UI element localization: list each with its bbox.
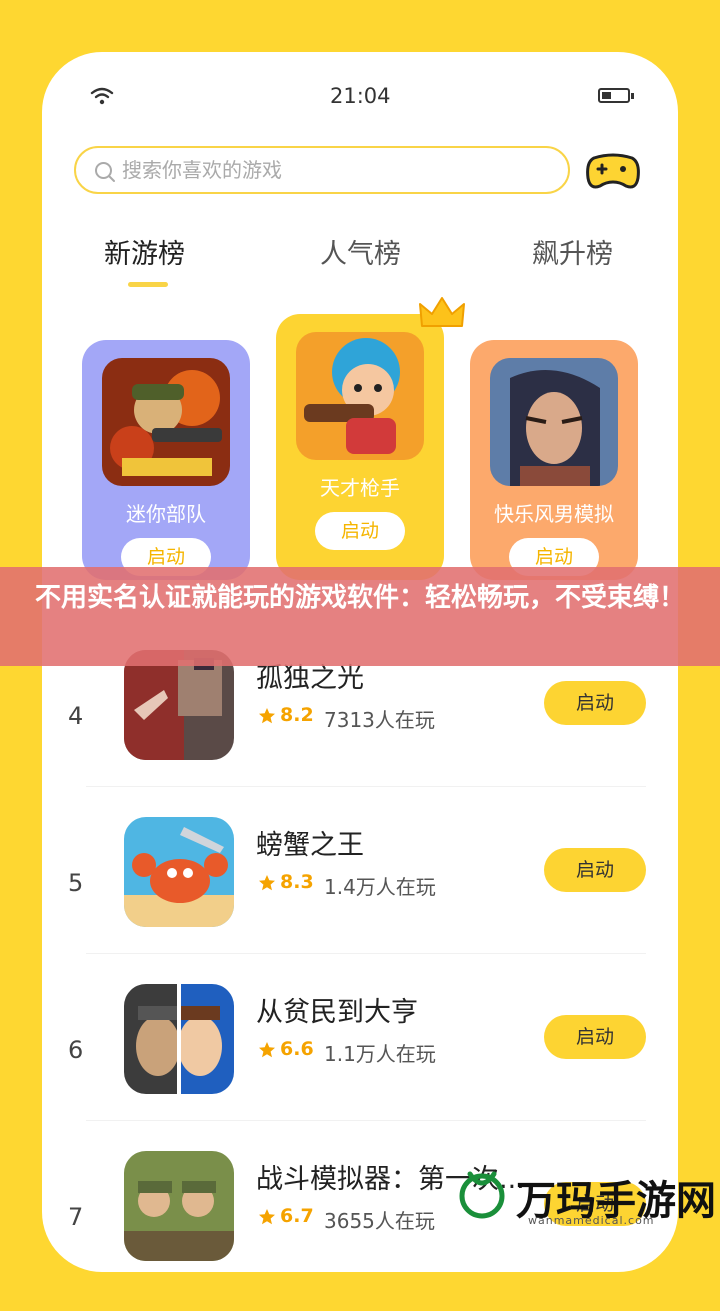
article-title-banner: 不用实名认证就能玩的游戏软件：轻松畅玩，不受束缚！ [0, 567, 720, 666]
launch-button[interactable]: 启动 [315, 512, 405, 550]
game-icon-yasuo-simulator [490, 358, 618, 486]
watermark-logo-icon [459, 1171, 505, 1219]
player-count: 7313人在玩 [324, 708, 435, 732]
game-icon-battle-simulator [124, 1151, 234, 1261]
launch-button[interactable]: 启动 [544, 848, 646, 892]
tab-new-games[interactable]: 新游榜 [104, 232, 185, 271]
star-icon [259, 1209, 275, 1225]
podium-card-rank-2[interactable]: 2 迷你部队 启动 [82, 340, 250, 580]
divider [86, 786, 646, 787]
rating-score: 6.6 [280, 1038, 314, 1060]
launch-button[interactable]: 启动 [544, 1015, 646, 1059]
crown-icon [419, 297, 465, 327]
divider [86, 953, 646, 954]
game-icon-lonely-light [124, 650, 234, 760]
game-icon-mini-troops [102, 358, 230, 486]
list-rank: 5 [68, 869, 84, 897]
list-game-name: 从贫民到大亨 [256, 997, 418, 1028]
watermark-url: wanmamedical.com [528, 1214, 655, 1227]
star-icon [259, 708, 275, 724]
list-game-name: 螃蟹之王 [256, 830, 364, 861]
status-time: 21:04 [330, 84, 391, 108]
list-rank: 6 [68, 1036, 84, 1064]
player-count: 3655人在玩 [324, 1209, 435, 1233]
podium-card-rank-1[interactable]: 1 天才枪手 启动 [276, 314, 444, 580]
podium-game-name: 天才枪手 [320, 476, 400, 500]
tab-active-indicator [128, 282, 168, 287]
podium-game-name: 迷你部队 [126, 502, 206, 526]
gamepad-icon[interactable] [584, 148, 642, 194]
rating-score: 6.7 [280, 1205, 314, 1227]
battery-icon [598, 88, 634, 103]
game-icon-crab-king [124, 817, 234, 927]
search-input[interactable] [122, 156, 522, 184]
player-count: 1.1万人在玩 [324, 1042, 436, 1066]
launch-button[interactable]: 启动 [544, 681, 646, 725]
rating-score: 8.2 [280, 704, 314, 726]
game-icon-rags-to-riches [124, 984, 234, 1094]
podium-game-name: 快乐风男模拟 [494, 502, 614, 526]
tab-rising[interactable]: 飙升榜 [532, 232, 613, 271]
wifi-icon [90, 87, 114, 105]
search-bar[interactable] [74, 146, 570, 194]
game-icon-genius-gunner [296, 332, 424, 460]
divider [86, 1120, 646, 1121]
star-icon [259, 875, 275, 891]
rating-score: 8.3 [280, 871, 314, 893]
banner-title: 不用实名认证就能玩的游戏软件：轻松畅玩，不受束缚！ [34, 583, 685, 613]
star-icon [259, 1042, 275, 1058]
player-count: 1.4万人在玩 [324, 875, 436, 899]
list-rank: 4 [68, 702, 84, 730]
podium-card-rank-3[interactable]: 3 快乐风男模拟 启动 [470, 340, 638, 580]
tab-popular[interactable]: 人气榜 [320, 232, 401, 271]
search-icon [95, 162, 115, 182]
list-rank: 7 [68, 1203, 84, 1231]
